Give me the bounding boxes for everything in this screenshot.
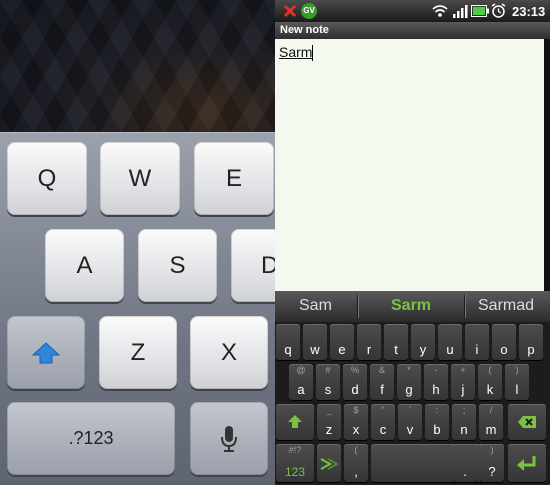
key-u[interactable]: u: [438, 324, 462, 360]
suggestion-1[interactable]: Sam: [299, 297, 332, 315]
key-s[interactable]: S: [138, 229, 217, 302]
key-l[interactable]: ) l: [505, 364, 529, 400]
page-title: New note: [280, 24, 329, 36]
microphone-icon: [221, 425, 237, 452]
symbols-key[interactable]: #!? 123: [276, 444, 314, 482]
comma-key[interactable]: (,: [344, 444, 368, 482]
key-d[interactable]: % d: [343, 364, 367, 400]
question-key[interactable]: )?: [480, 444, 504, 482]
key-s[interactable]: # s: [316, 364, 340, 400]
note-text: Sarm: [279, 44, 313, 60]
key-label: D: [261, 251, 275, 279]
key-y[interactable]: y: [411, 324, 435, 360]
key-label: Q: [37, 164, 57, 192]
period-key[interactable]: .: [453, 444, 477, 482]
key-b[interactable]: :b: [425, 404, 449, 440]
key-d[interactable]: D: [231, 229, 275, 302]
clock: 23:13: [512, 4, 546, 19]
key-t[interactable]: t: [384, 324, 408, 360]
backspace-key[interactable]: [508, 404, 546, 440]
divider: [464, 295, 465, 318]
dictation-key[interactable]: [190, 402, 268, 475]
key-z[interactable]: Z: [99, 316, 177, 389]
key-label: E: [225, 164, 242, 192]
suggestion-2-selected[interactable]: Sarm: [391, 297, 431, 315]
key-w[interactable]: W: [100, 142, 180, 215]
key-n[interactable]: ; n: [452, 404, 476, 440]
key-g[interactable]: * g: [397, 364, 421, 400]
enter-arrow-icon: [517, 456, 536, 471]
numbers-key[interactable]: .?123: [7, 402, 175, 475]
key-label: W: [128, 164, 152, 192]
swipe-right-icon: [320, 458, 338, 470]
missed-call-icon: [283, 4, 297, 18]
key-c[interactable]: " c: [371, 404, 395, 440]
title-bar: New note: [275, 22, 550, 39]
voice-arrow-key[interactable]: [317, 444, 341, 482]
key-i[interactable]: i: [465, 324, 489, 360]
key-h[interactable]: -h: [424, 364, 448, 400]
text-cursor: [312, 45, 313, 61]
key-o[interactable]: o: [492, 324, 516, 360]
left-ipad-screenshot: Q W E A S D Z X .?123: [0, 0, 275, 485]
key-a[interactable]: A: [45, 229, 124, 302]
key-x[interactable]: $ x: [344, 404, 368, 440]
key-q[interactable]: q: [276, 324, 300, 360]
wallpaper: [0, 0, 275, 132]
suggestion-3[interactable]: Sarmad: [478, 297, 534, 315]
right-android-screenshot: GV 23:13 New note Sarm Sam Sarm Sarmad q…: [275, 0, 550, 485]
note-editor[interactable]: Sarm: [275, 39, 550, 291]
key-v[interactable]: ' v: [398, 404, 422, 440]
key-label: .?123: [68, 428, 114, 448]
shift-key[interactable]: [7, 316, 85, 389]
signal-icon: [453, 5, 468, 18]
key-f[interactable]: & f: [370, 364, 394, 400]
key-label: Z: [130, 338, 146, 366]
enter-key[interactable]: [508, 444, 546, 482]
ipad-keyboard: Q W E A S D Z X .?123: [0, 132, 275, 485]
shift-arrow-icon: [288, 415, 302, 428]
key-x[interactable]: X: [190, 316, 268, 389]
divider: [357, 295, 358, 318]
key-a[interactable]: @ a: [289, 364, 313, 400]
key-k[interactable]: (k: [478, 364, 502, 400]
key-label: X: [220, 338, 237, 366]
gv-badge: GV: [301, 3, 317, 19]
wifi-icon: [432, 5, 448, 17]
suggestion-strip: Sam Sarm Sarmad: [275, 291, 550, 322]
key-j[interactable]: + j: [451, 364, 475, 400]
key-w[interactable]: w: [303, 324, 327, 360]
key-r[interactable]: r: [357, 324, 381, 360]
battery-icon: [471, 5, 489, 17]
key-p[interactable]: p: [519, 324, 543, 360]
shift-arrow-icon: [31, 341, 61, 363]
key-q[interactable]: Q: [7, 142, 87, 215]
key-m[interactable]: / m: [479, 404, 503, 440]
key-label: A: [76, 251, 93, 279]
status-bar: GV 23:13: [275, 0, 550, 22]
key-z[interactable]: _ z: [317, 404, 341, 440]
key-e[interactable]: e: [330, 324, 354, 360]
key-e[interactable]: E: [194, 142, 274, 215]
backspace-icon: [518, 416, 536, 428]
shift-key[interactable]: [276, 404, 314, 440]
key-label: S: [169, 251, 186, 279]
android-keyboard: q w e r t y u i o p @ a # s % d & f * g -h + j…: [275, 322, 550, 485]
alarm-icon: [491, 3, 506, 18]
